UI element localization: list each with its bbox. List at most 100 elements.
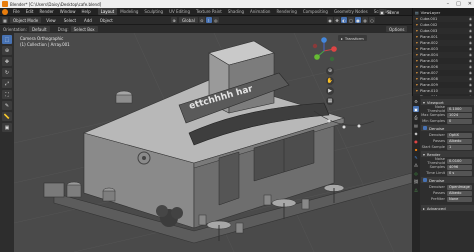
world-tab-icon[interactable]: ● [413,138,419,144]
eye-icon[interactable]: ◉ [469,89,472,93]
select-menu[interactable]: Select [61,17,79,23]
eye-icon[interactable]: ◉ [469,17,472,21]
eye-icon[interactable]: ◉ [469,83,472,87]
min-samples-field[interactable]: 0 [447,118,472,124]
tab-uv-editing[interactable]: UV Editing [166,8,193,15]
pivot-icon[interactable]: ⊙ [198,17,205,23]
maximize-button[interactable]: □ [456,1,461,7]
object-tab-icon[interactable]: ▪ [413,146,419,152]
eye-icon[interactable]: ◉ [469,53,472,57]
orientation-icon[interactable]: ⊕ [171,17,177,23]
scene-tab-icon[interactable]: ◆ [413,130,419,136]
3d-viewport[interactable]: ettchhhh har Camera Orthographic (1) Col… [14,33,412,252]
mode-selector[interactable]: Object Mode [10,17,42,23]
menu-help[interactable]: Help [78,9,93,14]
perspective-toggle-icon[interactable]: ▦ [326,97,334,105]
gizmo-icon[interactable]: ✥ [334,17,340,23]
select-box-tool-icon[interactable]: ⬚ [2,35,12,44]
tab-shading[interactable]: Shading [225,8,247,15]
minimize-button[interactable]: – [447,1,450,7]
menu-render[interactable]: Render [36,9,56,14]
tab-compositing[interactable]: Compositing [300,8,331,15]
view-menu[interactable]: View [43,17,59,23]
eye-icon[interactable]: ◉ [469,23,472,27]
rotate-tool-icon[interactable]: ↻ [2,68,12,77]
close-button[interactable]: ✕ [468,1,472,7]
advanced-panel[interactable]: ▸ Advanced [421,205,474,211]
max-samples-field[interactable]: 1024 [447,112,472,118]
snap-icon[interactable]: ⌇ [205,17,212,23]
render-denoise-panel[interactable]: Denoise [421,177,474,183]
render-noise-threshold-field[interactable]: 0.0100 [447,158,472,164]
tab-geometry-nodes[interactable]: Geometry Nodes [331,8,371,15]
eye-icon[interactable]: ◉ [469,29,472,33]
render-samples-field[interactable]: 4096 [447,164,472,170]
render-tab-icon[interactable]: ▣ [413,106,419,112]
output-tab-icon[interactable]: ⎙ [413,114,419,120]
tab-layout[interactable]: Layout [97,8,118,15]
view-layer-label[interactable]: ViewLayer [421,10,441,15]
passes-dropdown[interactable]: Albedo [447,138,472,144]
tab-rendering[interactable]: Rendering [273,8,299,15]
proportional-edit-icon[interactable]: ◎ [212,17,219,23]
render-denoise-checkbox[interactable] [423,178,427,182]
eye-icon[interactable]: ◉ [469,41,472,45]
annotate-tool-icon[interactable]: ✎ [2,101,12,110]
tab-animation[interactable]: Animation [247,8,273,15]
eye-icon[interactable]: ◉ [469,71,472,75]
eye-icon[interactable]: ◉ [469,77,472,81]
zoom-icon[interactable]: ⊕ [326,67,334,75]
object-menu[interactable]: Object [97,17,116,23]
cursor-tool-icon[interactable]: ⊕ [2,46,12,55]
menu-window[interactable]: Window [57,9,79,14]
scene-selector[interactable]: Scene [385,10,401,15]
solid-shading-icon[interactable]: ● [355,17,361,23]
eye-icon[interactable]: ◉ [469,59,472,63]
camera-view-icon[interactable]: ▶ [326,87,334,95]
move-tool-icon[interactable]: ✥ [2,57,12,66]
visibility-icon[interactable]: ◉ [327,17,333,23]
view-layer-tab-icon[interactable]: ▤ [413,122,419,128]
options-button[interactable]: Options [386,26,408,32]
blender-menu-icon[interactable] [2,8,8,15]
time-limit-field[interactable]: 0 s [447,170,472,176]
physics-tab-icon[interactable]: ◎ [413,170,419,176]
scale-tool-icon[interactable]: ⤢ [2,79,12,88]
transform-panel-header[interactable]: ▸ Transform [338,35,367,41]
eye-icon[interactable]: ◉ [469,65,472,69]
drag-dropdown[interactable]: Select Box [70,26,98,32]
tab-modeling[interactable]: Modeling [117,8,141,15]
overlays-icon[interactable]: ◐ [341,17,347,23]
constraints-tab-icon[interactable]: ⛓ [413,178,419,184]
prefilter-dropdown[interactable]: None [447,196,472,202]
tool-tab-icon[interactable]: ⚙ [413,98,419,104]
navigation-gizmo[interactable] [310,37,338,65]
denoiser-dropdown[interactable]: OptiX [447,132,472,138]
editor-type-icon[interactable]: ▦ [2,17,8,23]
transform-tool-icon[interactable]: ⛶ [2,90,12,99]
orientation-dropdown[interactable]: Default [28,26,50,32]
menu-edit[interactable]: Edit [23,9,37,14]
noise-threshold-field[interactable]: 0.1000 [447,106,472,112]
tab-texture-paint[interactable]: Texture Paint [193,8,225,15]
start-sample-field[interactable]: 1 [447,144,472,150]
material-shading-icon[interactable]: ◍ [362,17,368,23]
viewport-denoise-panel[interactable]: Denoise [421,125,474,131]
particles-tab-icon[interactable]: ⁂ [413,162,419,168]
tab-sculpting[interactable]: Sculpting [141,8,166,15]
render-passes-dropdown[interactable]: Albedo [447,190,472,196]
modifiers-tab-icon[interactable]: ✎ [413,154,419,160]
data-tab-icon[interactable]: △ [413,186,419,192]
measure-tool-icon[interactable]: 📏 [2,112,12,121]
render-denoiser-dropdown[interactable]: OpenImage [447,184,472,190]
denoise-checkbox[interactable] [423,126,427,130]
pan-hand-icon[interactable]: ✋ [326,77,334,85]
eye-icon[interactable]: ◉ [469,47,472,51]
xray-icon[interactable]: ▢ [348,17,354,23]
add-menu[interactable]: Add [81,17,95,23]
add-cube-tool-icon[interactable]: ▣ [2,123,12,132]
rendered-shading-icon[interactable]: ○ [369,17,375,23]
transform-orientation-selector[interactable]: Global [179,17,198,23]
menu-file[interactable]: File [10,9,23,14]
eye-icon[interactable]: ◉ [469,35,472,39]
